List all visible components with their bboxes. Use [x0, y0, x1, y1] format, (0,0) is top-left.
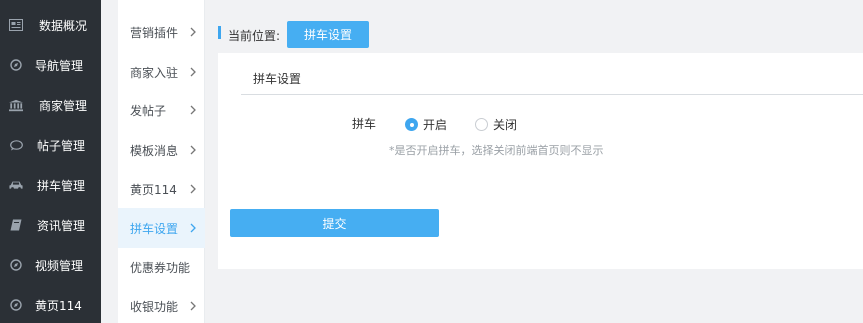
submit-button[interactable]: 提交 — [230, 209, 439, 237]
sidebar-item-news[interactable]: 资讯管理 — [0, 205, 101, 245]
submenu-item-marketing[interactable]: 营销插件 — [118, 12, 205, 52]
sidebar-item-yellow-pages[interactable]: 黄页114 — [0, 285, 101, 323]
radio-disable[interactable]: 关闭 — [475, 116, 517, 133]
sidebar-item-label: 黄页114 — [35, 298, 82, 313]
sidebar-item-label: 视频管理 — [35, 258, 84, 273]
main-sidebar: 数据概况 导航管理 商家管理 帖子管理 拼车管理 资讯管理 视频管理 黄页114 — [0, 0, 101, 323]
submenu-item-label: 模板消息 — [130, 143, 179, 158]
settings-card: 拼车设置 拼车 开启 关闭 *是否开启拼车，选择关闭前端首页则不显示 提交 — [218, 53, 863, 269]
submenu-item-merchant-join[interactable]: 商家入驻 — [118, 52, 205, 92]
chevron-right-icon — [190, 184, 196, 194]
sidebar-item-label: 数据概况 — [39, 18, 88, 33]
submenu-item-label: 黄页114 — [130, 182, 177, 197]
submenu-item-yellow-pages[interactable]: 黄页114 — [118, 169, 205, 209]
compass-icon — [9, 58, 23, 72]
chevron-right-icon — [190, 223, 196, 233]
carpool-field-label: 拼车 — [352, 117, 377, 131]
compass-icon — [9, 298, 23, 312]
divider — [241, 94, 863, 95]
submenu-item-label: 商家入驻 — [130, 65, 179, 80]
radio-label: 关闭 — [493, 118, 518, 132]
breadcrumb-current[interactable]: 拼车设置 — [287, 21, 369, 48]
radio-label: 开启 — [423, 118, 448, 132]
compass-icon — [9, 258, 23, 272]
sub-menu: 营销插件 商家入驻 发帖子 模板消息 黄页114 拼车设置 优惠券功能 收银功能 — [118, 0, 205, 323]
submenu-item-label: 优惠券功能 — [130, 260, 191, 275]
submenu-item-post[interactable]: 发帖子 — [118, 90, 205, 130]
sidebar-item-label: 拼车管理 — [37, 178, 86, 193]
car-icon — [9, 178, 23, 192]
sidebar-item-posts[interactable]: 帖子管理 — [0, 125, 101, 165]
sidebar-item-carpool[interactable]: 拼车管理 — [0, 165, 101, 205]
submenu-item-label: 发帖子 — [130, 103, 167, 118]
submenu-item-label: 收银功能 — [130, 299, 179, 314]
submenu-item-coupon[interactable]: 优惠券功能 — [118, 247, 205, 287]
sidebar-item-label: 帖子管理 — [37, 138, 86, 153]
sidebar-item-merchants[interactable]: 商家管理 — [0, 85, 101, 125]
comment-icon — [9, 138, 23, 152]
book-icon — [9, 218, 23, 232]
field-hint: *是否开启拼车，选择关闭前端首页则不显示 — [389, 144, 604, 157]
submenu-item-label: 拼车设置 — [130, 221, 179, 236]
chevron-right-icon — [190, 27, 196, 37]
card-title: 拼车设置 — [253, 72, 302, 86]
breadcrumb-label: 当前位置: — [228, 29, 281, 43]
chevron-right-icon — [190, 301, 196, 311]
sidebar-item-navigation[interactable]: 导航管理 — [0, 45, 101, 85]
submenu-item-carpool-settings[interactable]: 拼车设置 — [118, 208, 205, 248]
bank-icon — [9, 98, 23, 112]
sidebar-item-data-overview[interactable]: 数据概况 — [0, 5, 101, 45]
submenu-item-label: 营销插件 — [130, 25, 179, 40]
sidebar-item-label: 导航管理 — [35, 58, 84, 73]
radio-dot — [405, 118, 418, 131]
chevron-right-icon — [190, 105, 196, 115]
sidebar-item-video[interactable]: 视频管理 — [0, 245, 101, 285]
breadcrumb-marker — [218, 26, 221, 39]
chevron-right-icon — [190, 67, 196, 77]
newspaper-icon — [9, 18, 23, 32]
sidebar-item-label: 资讯管理 — [37, 218, 86, 233]
chevron-right-icon — [190, 145, 196, 155]
submenu-item-template-message[interactable]: 模板消息 — [118, 130, 205, 170]
radio-dot — [475, 118, 488, 131]
sidebar-item-label: 商家管理 — [39, 98, 88, 113]
radio-enable[interactable]: 开启 — [405, 116, 447, 133]
submenu-item-cashier[interactable]: 收银功能 — [118, 286, 205, 323]
